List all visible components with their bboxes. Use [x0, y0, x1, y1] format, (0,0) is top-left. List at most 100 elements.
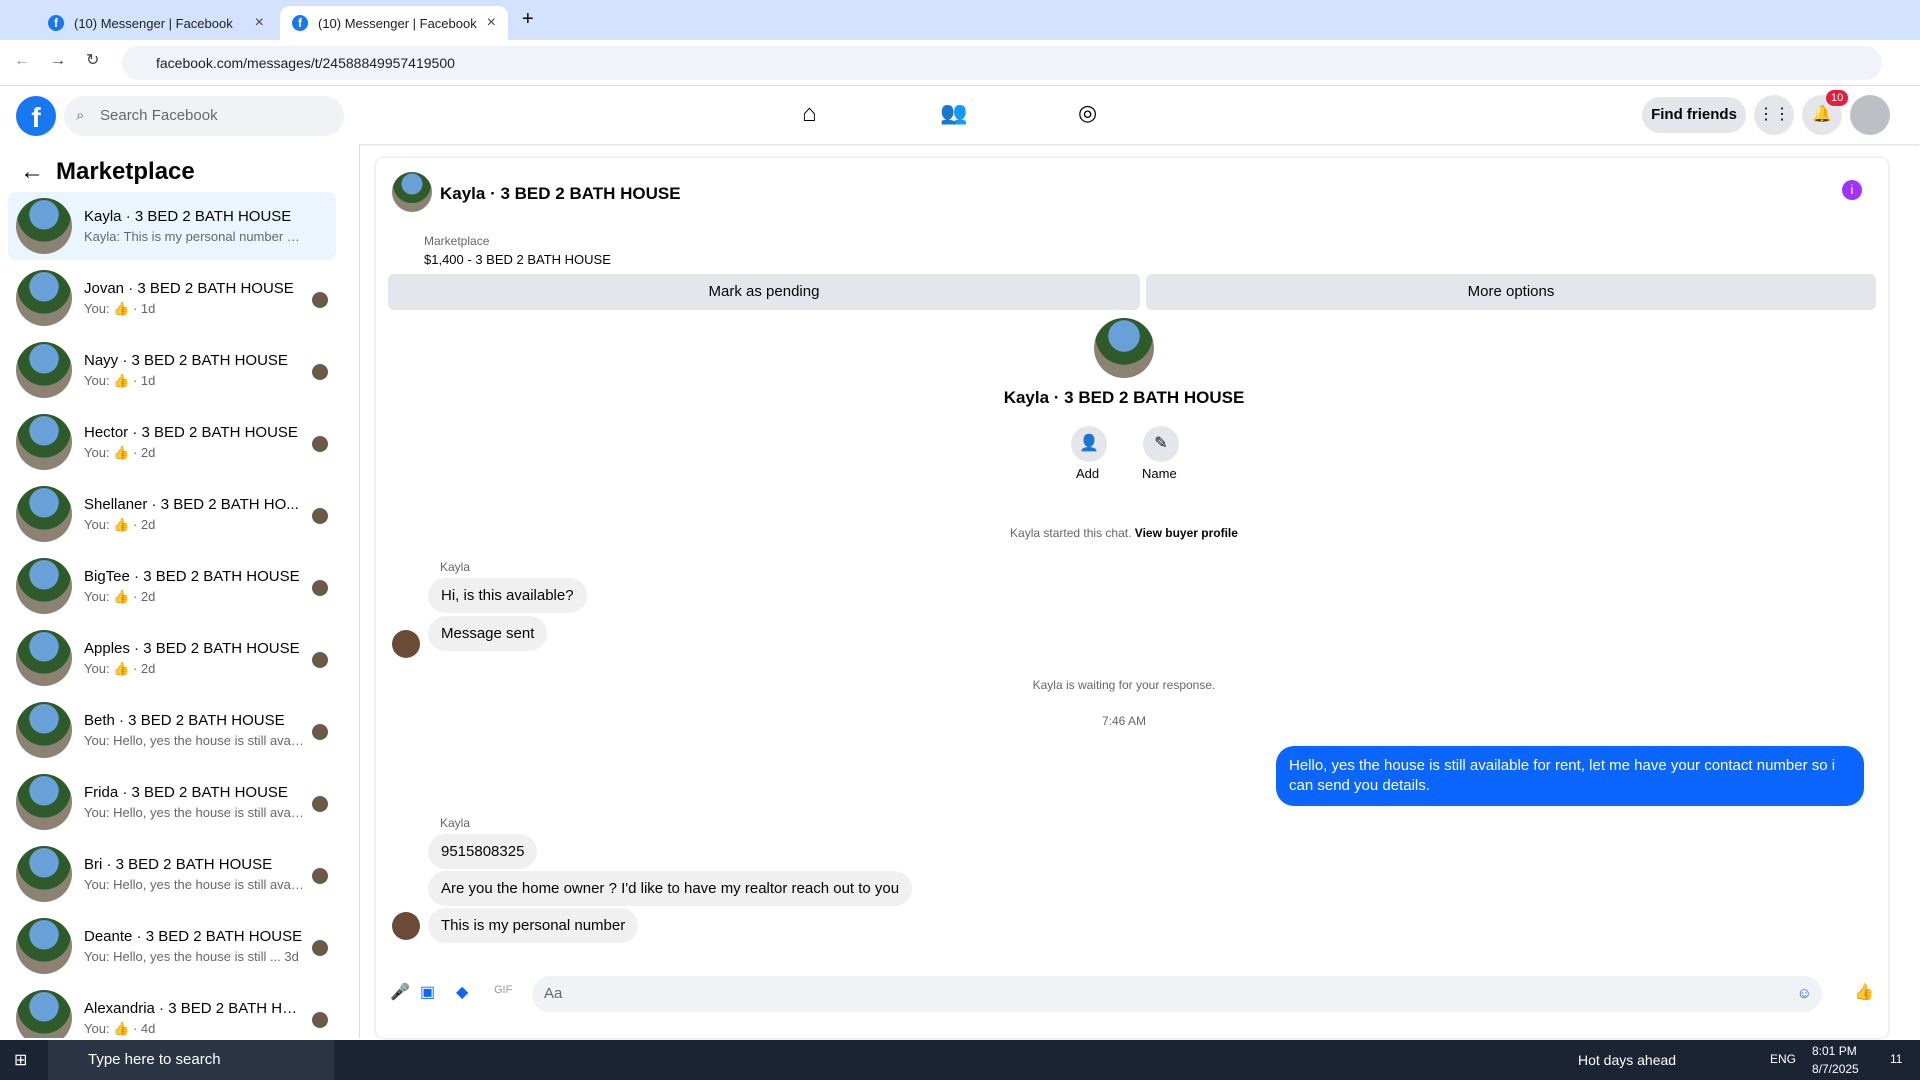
- sender-avatar: [392, 912, 420, 940]
- conversation-preview: You: 👍 · 4d: [84, 1020, 156, 1036]
- windows-taskbar: ⊞ Type here to search Hot days ahead ENG…: [0, 1040, 1920, 1080]
- close-tab-icon[interactable]: ×: [487, 14, 496, 32]
- conversation-item[interactable]: Jovan · 3 BED 2 BATH HOUSE You: 👍 · 1d: [8, 264, 336, 332]
- chat-panel: Kayla · 3 BED 2 BATH HOUSE i Marketplace…: [376, 158, 1888, 1038]
- forward-icon[interactable]: →: [50, 52, 66, 70]
- facebook-topnav: f ⌕ Search Facebook ⌂ 👥 ◎ Find friends ⋮⋮…: [0, 86, 1920, 144]
- conversation-item[interactable]: Apples · 3 BED 2 BATH HOUSE You: 👍 · 2d: [8, 624, 336, 692]
- gif-icon[interactable]: GIF: [494, 984, 512, 996]
- conversation-item[interactable]: Kayla · 3 BED 2 BATH HOUSE Kayla: This is…: [8, 192, 336, 260]
- buyer-mini-avatar: [312, 580, 328, 596]
- language-indicator[interactable]: ENG: [1770, 1052, 1796, 1066]
- home-icon[interactable]: ⌂: [802, 100, 817, 128]
- conversation-name: Shellaner · 3 BED 2 BATH HO...: [84, 495, 299, 513]
- profile-avatar[interactable]: [1094, 318, 1154, 378]
- composer-placeholder: Aa: [544, 985, 563, 1002]
- message-bubble: Hi, is this available?: [428, 578, 587, 613]
- listing-thumbnail: [16, 486, 72, 542]
- browser-tabbar: f (10) Messenger | Facebook × f (10) Messen…: [0, 0, 1920, 40]
- conversation-preview: You: 👍 · 1d: [84, 300, 156, 316]
- edit-name-button[interactable]: ✎: [1143, 426, 1179, 462]
- view-buyer-profile-link[interactable]: View buyer profile: [1135, 526, 1238, 540]
- listing-title[interactable]: $1,400 - 3 BED 2 BATH HOUSE: [424, 252, 611, 267]
- weather-widget[interactable]: Hot days ahead: [1578, 1052, 1676, 1068]
- conversation-item[interactable]: Shellaner · 3 BED 2 BATH HO... You: 👍 · 2…: [8, 480, 336, 548]
- conversation-item[interactable]: Alexandria · 3 BED 2 BATH HO... You: 👍 · …: [8, 984, 336, 1038]
- conversation-preview: You: 👍 · 1d: [84, 372, 156, 388]
- conversation-item[interactable]: Frida · 3 BED 2 BATH HOUSE You: Hello, ye…: [8, 768, 336, 836]
- notification-badge: 10: [1826, 90, 1849, 106]
- buyer-mini-avatar: [312, 364, 328, 380]
- photo-icon[interactable]: ▣: [420, 982, 435, 1002]
- conversation-preview: You: Hello, yes the house is still ava..…: [84, 877, 304, 892]
- conversation-preview: You: 👍 · 2d: [84, 660, 156, 676]
- conversation-item[interactable]: Beth · 3 BED 2 BATH HOUSE You: Hello, yes…: [8, 696, 336, 764]
- taskbar-search-text: Type here to search: [88, 1051, 221, 1068]
- buyer-mini-avatar: [312, 868, 328, 884]
- taskbar-search[interactable]: Type here to search: [48, 1040, 334, 1080]
- microphone-icon[interactable]: 🎤: [390, 982, 410, 1002]
- message-bubble: Message sent: [428, 616, 548, 651]
- chat-title[interactable]: Kayla · 3 BED 2 BATH HOUSE: [440, 184, 681, 204]
- conversation-item[interactable]: BigTee · 3 BED 2 BATH HOUSE You: 👍 · 2d: [8, 552, 336, 620]
- listing-source: Marketplace: [424, 234, 490, 248]
- conversation-item[interactable]: Hector · 3 BED 2 BATH HOUSE You: 👍 · 2d: [8, 408, 336, 476]
- clock-date[interactable]: 8/7/2025: [1812, 1062, 1859, 1076]
- add-button[interactable]: 👤: [1071, 426, 1107, 462]
- find-friends-button[interactable]: Find friends: [1642, 97, 1746, 133]
- waiting-note: Kayla is waiting for your response.: [1032, 678, 1216, 692]
- buyer-mini-avatar: [312, 940, 328, 956]
- message-input[interactable]: Aa ☺: [532, 976, 1822, 1012]
- conversation-preview: You: 👍 · 2d: [84, 444, 156, 460]
- buyer-mini-avatar: [312, 508, 328, 524]
- browser-tab[interactable]: f (10) Messenger | Facebook ×: [36, 6, 276, 40]
- menu-grid-icon[interactable]: ⋮⋮: [1754, 95, 1794, 135]
- conversation-item[interactable]: Nayy · 3 BED 2 BATH HOUSE You: 👍 · 1d: [8, 336, 336, 404]
- conversation-preview: You: Hello, yes the house is still ava..…: [84, 805, 304, 820]
- listing-thumbnail: [16, 918, 72, 974]
- sender-name: Kayla: [440, 816, 471, 830]
- listing-thumbnail: [16, 270, 72, 326]
- account-avatar[interactable]: [1850, 95, 1890, 135]
- sticker-icon[interactable]: ◆: [456, 982, 468, 1002]
- profile-name: Kayla · 3 BED 2 BATH HOUSE: [1003, 388, 1245, 407]
- friends-icon[interactable]: 👥: [940, 100, 967, 126]
- facebook-favicon-icon: f: [292, 15, 308, 31]
- groups-icon[interactable]: ◎: [1078, 100, 1097, 126]
- conversation-preview: You: 👍 · 2d: [84, 516, 156, 532]
- conversation-name: Bri · 3 BED 2 BATH HOUSE: [84, 856, 273, 873]
- start-icon[interactable]: ⊞: [14, 1050, 27, 1070]
- more-options-button[interactable]: More options: [1146, 274, 1876, 310]
- sender-name: Kayla: [440, 560, 471, 574]
- facebook-logo[interactable]: f: [16, 96, 56, 136]
- new-tab-icon[interactable]: +: [522, 8, 534, 31]
- listing-thumbnail: [16, 558, 72, 614]
- buyer-mini-avatar: [312, 652, 328, 668]
- info-icon[interactable]: i: [1842, 180, 1862, 200]
- url-field[interactable]: facebook.com/messages/t/2458884995741950…: [122, 46, 1882, 80]
- back-icon[interactable]: ←: [14, 52, 30, 70]
- conversation-name: Jovan · 3 BED 2 BATH HOUSE: [84, 279, 294, 297]
- back-arrow-icon[interactable]: ←: [20, 158, 44, 186]
- name-label: Name: [1142, 466, 1177, 481]
- conversation-item[interactable]: Bri · 3 BED 2 BATH HOUSE You: Hello, yes …: [8, 840, 336, 908]
- reload-icon[interactable]: ↻: [86, 50, 99, 70]
- buyer-mini-avatar: [312, 796, 328, 812]
- notification-center-badge[interactable]: 11: [1890, 1052, 1902, 1066]
- message-bubble: 9515808325: [428, 834, 538, 869]
- clock-time[interactable]: 8:01 PM: [1812, 1044, 1857, 1058]
- search-icon: ⌕: [76, 107, 85, 124]
- chat-header-avatar[interactable]: [392, 172, 432, 212]
- mark-pending-button[interactable]: Mark as pending: [388, 274, 1140, 310]
- browser-tab-active[interactable]: f (10) Messenger | Facebook ×: [280, 6, 508, 40]
- sidebar-title: Marketplace: [56, 158, 195, 185]
- search-input[interactable]: ⌕ Search Facebook: [64, 96, 344, 136]
- conversation-item[interactable]: Deante · 3 BED 2 BATH HOUSE You: Hello, y…: [8, 912, 336, 980]
- like-icon[interactable]: 👍: [1854, 982, 1874, 1002]
- add-label: Add: [1076, 466, 1100, 481]
- emoji-icon[interactable]: ☺: [1797, 976, 1812, 1012]
- facebook-favicon-icon: f: [48, 15, 64, 31]
- close-tab-icon[interactable]: ×: [255, 14, 264, 32]
- conversation-name: BigTee · 3 BED 2 BATH HOUSE: [84, 567, 300, 585]
- buyer-mini-avatar: [312, 1012, 328, 1028]
